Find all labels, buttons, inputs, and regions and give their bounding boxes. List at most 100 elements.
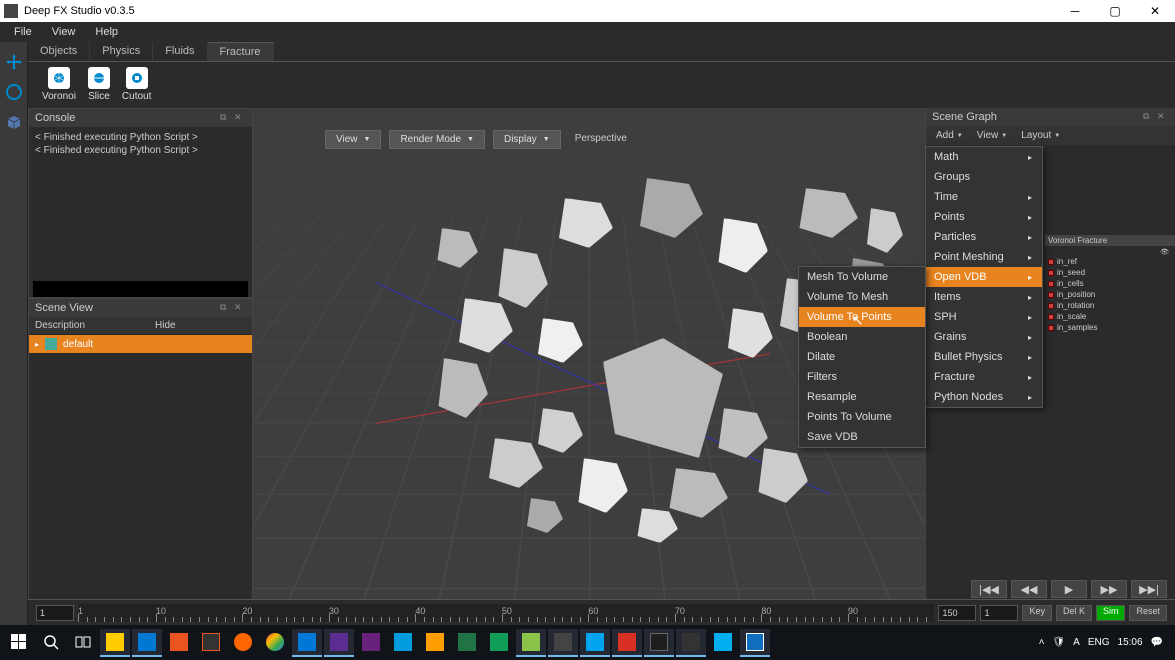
system-tray[interactable]: ˄ 🛡 A ENG 15:06 💬: [1039, 637, 1171, 648]
frame-current-input[interactable]: [980, 605, 1018, 621]
delete-key-button[interactable]: Del K: [1056, 605, 1092, 621]
taskbar-app-4[interactable]: [196, 629, 226, 657]
next-frame-button[interactable]: ▶▶: [1091, 580, 1127, 598]
submenu-filters[interactable]: Filters: [799, 367, 925, 387]
panel-close-icon[interactable]: ✕: [234, 302, 246, 314]
taskbar-app-17[interactable]: [612, 629, 642, 657]
panel-close-icon[interactable]: ✕: [234, 112, 246, 124]
maximize-button[interactable]: ▢: [1095, 0, 1135, 22]
timeline-ruler[interactable]: 1102030405060708090100: [78, 604, 934, 622]
tab-fluids[interactable]: Fluids: [153, 42, 207, 61]
view-dropdown[interactable]: View▼: [325, 130, 381, 149]
tray-time[interactable]: 15:06: [1118, 637, 1143, 648]
console-input[interactable]: [33, 281, 248, 297]
taskbar-app-7[interactable]: [292, 629, 322, 657]
minimize-button[interactable]: ─: [1055, 0, 1095, 22]
taskbar-app-3[interactable]: [164, 629, 194, 657]
menu-points[interactable]: Points▸: [926, 207, 1042, 227]
taskbar-app-21[interactable]: [740, 629, 770, 657]
menu-groups[interactable]: Groups: [926, 167, 1042, 187]
tray-lang[interactable]: ENG: [1088, 637, 1110, 648]
close-button[interactable]: ✕: [1135, 0, 1175, 22]
frame-end-input[interactable]: [938, 605, 976, 621]
task-view-icon[interactable]: [68, 629, 98, 657]
menu-time[interactable]: Time▸: [926, 187, 1042, 207]
play-button[interactable]: ▶: [1051, 580, 1087, 598]
taskbar-app-15[interactable]: [548, 629, 578, 657]
menu-help[interactable]: Help: [85, 23, 128, 41]
taskbar-app-12[interactable]: [452, 629, 482, 657]
voronoi-node[interactable]: Voronoi Fracture 👁 in_ref in_seed in_cel…: [1045, 235, 1175, 333]
col-hide[interactable]: Hide: [149, 317, 182, 334]
panel-close-icon[interactable]: ✕: [1157, 111, 1169, 123]
menu-math[interactable]: Math▸: [926, 147, 1042, 167]
tray-lang-short[interactable]: A: [1073, 637, 1080, 648]
taskbar-app-18[interactable]: [644, 629, 674, 657]
display-dropdown[interactable]: Display▼: [493, 130, 561, 149]
col-description[interactable]: Description: [29, 317, 149, 334]
voronoi-tool[interactable]: Voronoi: [38, 65, 80, 104]
menu-particles[interactable]: Particles▸: [926, 227, 1042, 247]
taskbar-app-19[interactable]: [676, 629, 706, 657]
taskbar-app-13[interactable]: [484, 629, 514, 657]
sg-layout-button[interactable]: Layout▼: [1015, 128, 1066, 143]
submenu-dilate[interactable]: Dilate: [799, 347, 925, 367]
scene-row-default[interactable]: ▸ default: [29, 335, 252, 353]
start-button[interactable]: [4, 629, 34, 657]
taskbar-app-8[interactable]: [324, 629, 354, 657]
taskbar-app-10[interactable]: [388, 629, 418, 657]
taskbar-app-16[interactable]: [580, 629, 610, 657]
panel-dock-icon[interactable]: ⧉: [220, 302, 232, 314]
sceneview-body[interactable]: [29, 353, 252, 604]
menu-view[interactable]: View: [42, 23, 86, 41]
menu-file[interactable]: File: [4, 23, 42, 41]
taskbar-app-2[interactable]: [132, 629, 162, 657]
taskbar-app-1[interactable]: [100, 629, 130, 657]
sg-view-button[interactable]: View▼: [971, 128, 1013, 143]
menu-sph[interactable]: SPH▸: [926, 307, 1042, 327]
prev-frame-button[interactable]: ◀◀: [1011, 580, 1047, 598]
submenu-resample[interactable]: Resample: [799, 387, 925, 407]
tab-fracture[interactable]: Fracture: [208, 42, 274, 61]
search-icon[interactable]: [36, 629, 66, 657]
menu-point-meshing[interactable]: Point Meshing▸: [926, 247, 1042, 267]
reset-button[interactable]: Reset: [1129, 605, 1167, 621]
slice-tool[interactable]: Slice: [84, 65, 114, 104]
sim-button[interactable]: Sim: [1096, 605, 1126, 621]
cube-tool-icon[interactable]: [4, 112, 24, 132]
panel-dock-icon[interactable]: ⧉: [1143, 111, 1155, 123]
menu-bullet-physics[interactable]: Bullet Physics▸: [926, 347, 1042, 367]
taskbar-app-14[interactable]: [516, 629, 546, 657]
last-frame-button[interactable]: ▶▶|: [1131, 580, 1167, 598]
menu-items[interactable]: Items▸: [926, 287, 1042, 307]
taskbar-app-6[interactable]: [260, 629, 290, 657]
sg-add-button[interactable]: Add▼: [930, 128, 969, 143]
submenu-points-to-volume[interactable]: Points To Volume: [799, 407, 925, 427]
taskbar-app-20[interactable]: [708, 629, 738, 657]
panel-dock-icon[interactable]: ⧉: [220, 112, 232, 124]
taskbar-app-11[interactable]: [420, 629, 450, 657]
taskbar-app-9[interactable]: [356, 629, 386, 657]
taskbar-app-5[interactable]: [228, 629, 258, 657]
rendermode-dropdown[interactable]: Render Mode▼: [389, 130, 485, 149]
move-tool-icon[interactable]: [4, 52, 24, 72]
tray-up-icon[interactable]: ˄: [1039, 637, 1045, 648]
menu-grains[interactable]: Grains▸: [926, 327, 1042, 347]
tray-notifications-icon[interactable]: 💬: [1151, 637, 1163, 648]
rotate-tool-icon[interactable]: [4, 82, 24, 102]
menu-open-vdb[interactable]: Open VDB▸: [926, 267, 1042, 287]
cutout-tool[interactable]: Cutout: [118, 65, 155, 104]
submenu-save-vdb[interactable]: Save VDB: [799, 427, 925, 447]
submenu-boolean[interactable]: Boolean: [799, 327, 925, 347]
menu-fracture[interactable]: Fracture▸: [926, 367, 1042, 387]
expand-icon[interactable]: ▸: [35, 340, 39, 349]
tab-objects[interactable]: Objects: [28, 42, 90, 61]
submenu-mesh-to-volume[interactable]: Mesh To Volume: [799, 267, 925, 287]
tray-shield-icon[interactable]: 🛡: [1052, 637, 1065, 648]
frame-start-input[interactable]: [36, 605, 74, 621]
first-frame-button[interactable]: |◀◀: [971, 580, 1007, 598]
tab-physics[interactable]: Physics: [90, 42, 153, 61]
menu-python-nodes[interactable]: Python Nodes▸: [926, 387, 1042, 407]
key-button[interactable]: Key: [1022, 605, 1052, 621]
submenu-volume-to-mesh[interactable]: Volume To Mesh: [799, 287, 925, 307]
